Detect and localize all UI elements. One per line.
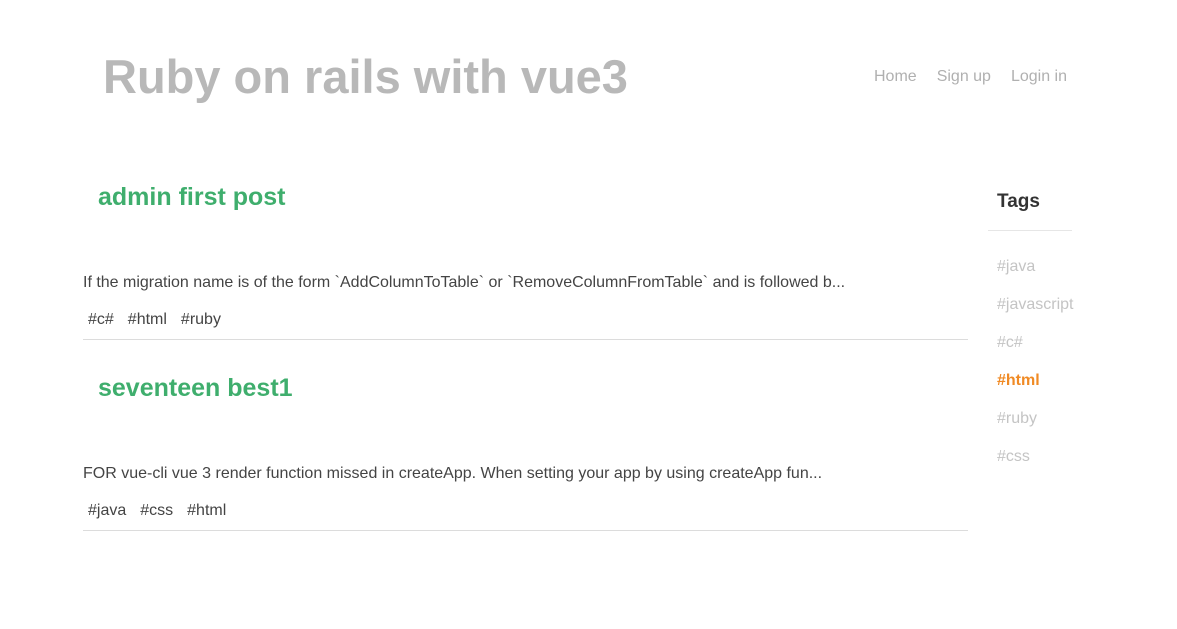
post-tag[interactable]: #c# xyxy=(88,310,114,330)
page: Ruby on rails with vue3 Home Sign up Log… xyxy=(0,0,1177,629)
post-tag[interactable]: #css xyxy=(140,501,173,521)
post-title-link[interactable]: admin first post xyxy=(83,170,968,212)
post-item: seventeen best1 FOR vue-cli vue 3 render… xyxy=(83,340,968,531)
post-item: admin first post If the migration name i… xyxy=(83,170,968,340)
post-tag[interactable]: #java xyxy=(88,501,126,521)
top-nav: Home Sign up Login in xyxy=(874,67,1067,87)
sidebar-tag-list: #java #javascript #c# #html #ruby #css xyxy=(988,231,1073,485)
sidebar-tag-java[interactable]: #java xyxy=(988,257,1072,295)
nav-signup-link[interactable]: Sign up xyxy=(937,67,991,87)
sidebar-tag-ruby[interactable]: #ruby xyxy=(988,409,1072,447)
post-tags: #java #css #html xyxy=(83,501,968,530)
post-tags: #c# #html #ruby xyxy=(83,310,968,339)
sidebar-tag-css[interactable]: #css xyxy=(988,447,1072,485)
post-title-link[interactable]: seventeen best1 xyxy=(83,340,968,403)
site-title: Ruby on rails with vue3 xyxy=(103,50,628,103)
post-tag[interactable]: #html xyxy=(128,310,167,330)
nav-home-link[interactable]: Home xyxy=(874,67,917,87)
sidebar-tag-html[interactable]: #html xyxy=(988,371,1072,409)
sidebar-tag-javascript[interactable]: #javascript xyxy=(988,295,1073,333)
post-list: admin first post If the migration name i… xyxy=(83,170,968,531)
tags-sidebar: Tags #java #javascript #c# #html #ruby #… xyxy=(988,188,1073,485)
sidebar-tag-csharp[interactable]: #c# xyxy=(988,333,1072,371)
sidebar-title: Tags xyxy=(988,188,1072,231)
post-tag[interactable]: #ruby xyxy=(181,310,221,330)
post-excerpt: If the migration name is of the form `Ad… xyxy=(83,274,846,291)
post-tag[interactable]: #html xyxy=(187,501,226,521)
post-excerpt: FOR vue-cli vue 3 render function missed… xyxy=(83,465,823,482)
nav-login-link[interactable]: Login in xyxy=(1011,67,1067,87)
